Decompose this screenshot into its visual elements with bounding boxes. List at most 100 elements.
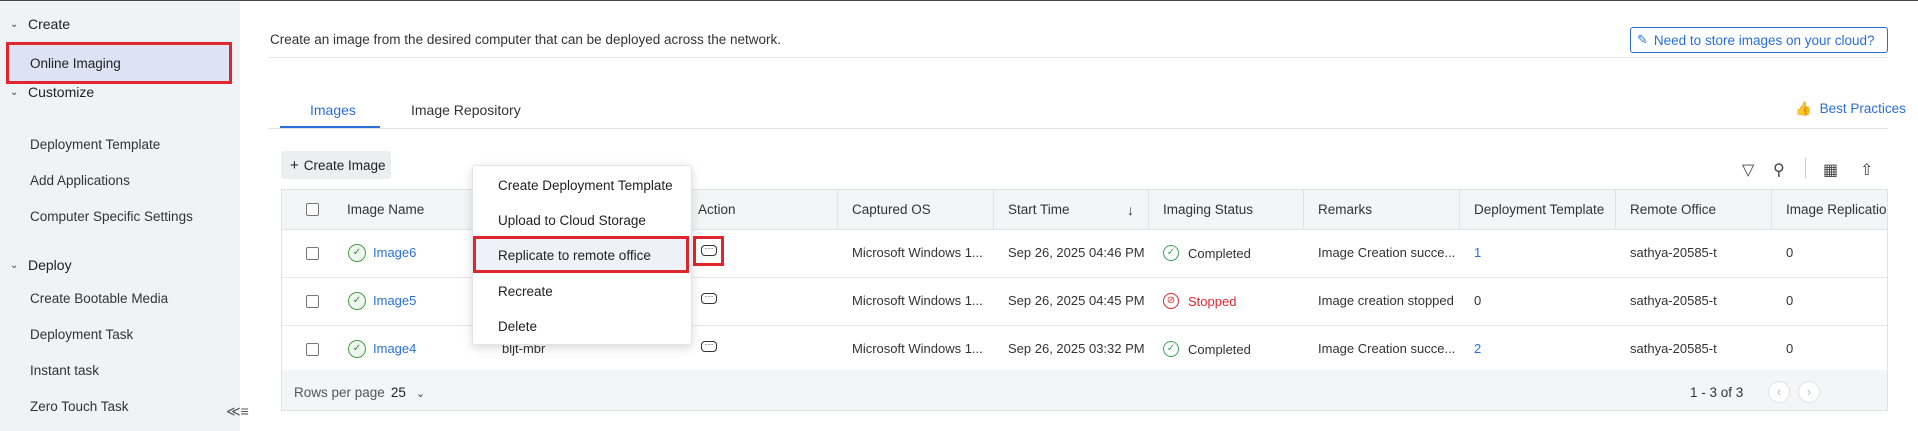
more-actions-icon[interactable]: ··· — [701, 340, 717, 352]
column-header-remarks[interactable]: Remarks — [1318, 202, 1372, 217]
sidebar-group-customize[interactable]: ⌄ Customize — [10, 84, 94, 100]
check-circle-icon: ✓ — [1163, 341, 1179, 357]
action-highlight-box — [693, 236, 724, 266]
tab-images[interactable]: Images — [310, 102, 356, 118]
plus-icon: + — [290, 156, 299, 174]
chevron-down-icon: ⌄ — [415, 388, 426, 400]
chevron-down-icon: ⌄ — [10, 259, 19, 271]
chevron-down-icon: ⌄ — [10, 86, 19, 98]
best-practices-link[interactable]: 👍 Best Practices — [1795, 101, 1906, 117]
prev-page-button[interactable]: ‹ — [1768, 381, 1790, 403]
row-checkbox[interactable] — [306, 343, 319, 356]
thumbs-up-icon: 👍 — [1795, 101, 1812, 116]
export-icon[interactable]: ⇧ — [1860, 160, 1873, 180]
image-name-link[interactable]: Image5 — [373, 293, 416, 308]
captured-os: Microsoft Windows 1... — [852, 293, 983, 308]
column-header-image-replication[interactable]: Image Replicatio — [1786, 202, 1887, 217]
rows-per-page-value: 25 — [390, 385, 406, 400]
more-actions-icon[interactable]: ··· — [701, 292, 717, 304]
column-separator — [1459, 190, 1460, 230]
cloud-storage-label: Need to store images on your cloud? — [1653, 32, 1875, 48]
column-header-deployment-template[interactable]: Deployment Template — [1474, 202, 1604, 217]
stop-icon: ⊘ — [1163, 293, 1179, 309]
start-time: Sep 26, 2025 03:32 PM — [1008, 341, 1145, 356]
divider — [268, 57, 1888, 58]
status-text: Completed — [1188, 341, 1251, 357]
pagination-range: 1 - 3 of 3 — [1690, 385, 1744, 400]
column-settings-icon[interactable]: ▦ — [1823, 160, 1838, 180]
image-name-link[interactable]: Image6 — [373, 245, 416, 260]
top-border — [0, 0, 1918, 1]
sidebar-group-label: Create — [28, 16, 71, 32]
tabs-divider — [268, 128, 1888, 129]
row-checkbox[interactable] — [306, 295, 319, 308]
status-badge: ⊘ Stopped — [1163, 293, 1236, 309]
image-icon: ✓ — [348, 292, 366, 310]
start-time: Sep 26, 2025 04:46 PM — [1008, 245, 1145, 260]
column-separator — [1615, 190, 1616, 230]
status-text: Stopped — [1188, 293, 1237, 309]
page-description: Create an image from the desired compute… — [270, 32, 782, 47]
captured-os: Microsoft Windows 1... — [852, 341, 983, 356]
column-separator — [993, 190, 994, 230]
column-header-imaging-status[interactable]: Imaging Status — [1163, 202, 1253, 217]
remote-office: sathya-20585-t — [1630, 341, 1717, 356]
column-separator — [1303, 190, 1304, 230]
sidebar-group-label: Deploy — [28, 257, 72, 273]
column-separator — [837, 190, 838, 230]
column-header-captured-os[interactable]: Captured OS — [852, 202, 931, 217]
column-separator — [1148, 190, 1149, 230]
column-header-image-name[interactable]: Image Name — [347, 202, 424, 217]
remarks: Image Creation succe... — [1318, 245, 1456, 260]
image-name-link[interactable]: Image4 — [373, 341, 416, 356]
menu-item-recreate[interactable]: Recreate — [498, 284, 553, 299]
toolbar-divider — [1805, 158, 1806, 178]
row-checkbox[interactable] — [306, 247, 319, 260]
create-image-label: Create Image — [303, 157, 386, 173]
menu-item-delete[interactable]: Delete — [498, 319, 537, 334]
sort-desc-icon[interactable]: ↓ — [1127, 202, 1134, 218]
action-context-menu: Create Deployment Template Upload to Clo… — [472, 165, 692, 345]
image-replication: 0 — [1786, 341, 1794, 356]
search-icon[interactable]: ⚲ — [1773, 160, 1785, 180]
sidebar-item-label: Online Imaging — [30, 56, 121, 71]
remarks: Image Creation succe... — [1318, 341, 1456, 356]
collapse-sidebar-icon[interactable]: ≪≡ — [226, 403, 249, 420]
rows-per-page[interactable]: Rows per page 25 ⌄ — [294, 385, 425, 400]
sidebar-item-deployment-template[interactable]: Deployment Template — [30, 137, 160, 152]
sidebar-item-add-applications[interactable]: Add Applications — [30, 173, 130, 188]
next-page-button[interactable]: › — [1798, 381, 1820, 403]
sidebar-item-zero-touch-task[interactable]: Zero Touch Task — [30, 399, 129, 414]
sidebar-item-deployment-task[interactable]: Deployment Task — [30, 327, 133, 342]
deployment-template-link[interactable]: 2 — [1474, 341, 1481, 356]
deployment-template-link[interactable]: 1 — [1474, 245, 1481, 260]
rows-per-page-label: Rows per page — [294, 385, 385, 400]
sidebar: ⌄ Create Online Imaging ⌄ Customize Depl… — [0, 1, 249, 431]
sidebar-group-deploy[interactable]: ⌄ Deploy — [10, 257, 72, 273]
sidebar-item-create-bootable-media[interactable]: Create Bootable Media — [30, 291, 168, 306]
check-circle-icon: ✓ — [1163, 245, 1179, 261]
status-badge: ✓ Completed — [1163, 341, 1251, 357]
menu-item-replicate-to-remote-office[interactable]: Replicate to remote office — [473, 236, 689, 273]
cloud-storage-button[interactable]: ✎ Need to store images on your cloud? — [1630, 27, 1888, 53]
column-header-start-time[interactable]: Start Time — [1008, 202, 1070, 217]
status-badge: ✓ Completed — [1163, 245, 1251, 261]
menu-item-upload-to-cloud-storage[interactable]: Upload to Cloud Storage — [498, 213, 646, 228]
create-image-button[interactable]: + Create Image — [281, 151, 391, 179]
sidebar-item-computer-specific-settings[interactable]: Computer Specific Settings — [30, 209, 193, 224]
sidebar-group-label: Customize — [28, 84, 95, 100]
tab-image-repository[interactable]: Image Repository — [411, 102, 521, 118]
chevron-down-icon: ⌄ — [10, 18, 19, 30]
sidebar-group-create[interactable]: ⌄ Create — [10, 16, 70, 32]
select-all-checkbox[interactable] — [306, 203, 319, 216]
table-footer: Rows per page 25 ⌄ 1 - 3 of 3 ‹ › — [282, 370, 1887, 410]
remarks: Image creation stopped — [1318, 293, 1454, 308]
filter-icon[interactable]: ▽ — [1742, 160, 1754, 180]
image-replication: 0 — [1786, 245, 1794, 260]
column-header-remote-office[interactable]: Remote Office — [1630, 202, 1716, 217]
remote-office: sathya-20585-t — [1630, 293, 1717, 308]
sidebar-item-instant-task[interactable]: Instant task — [30, 363, 99, 378]
column-header-action: Action — [698, 202, 736, 217]
menu-item-create-deployment-template[interactable]: Create Deployment Template — [498, 178, 673, 193]
sidebar-item-online-imaging[interactable]: Online Imaging — [6, 42, 232, 84]
